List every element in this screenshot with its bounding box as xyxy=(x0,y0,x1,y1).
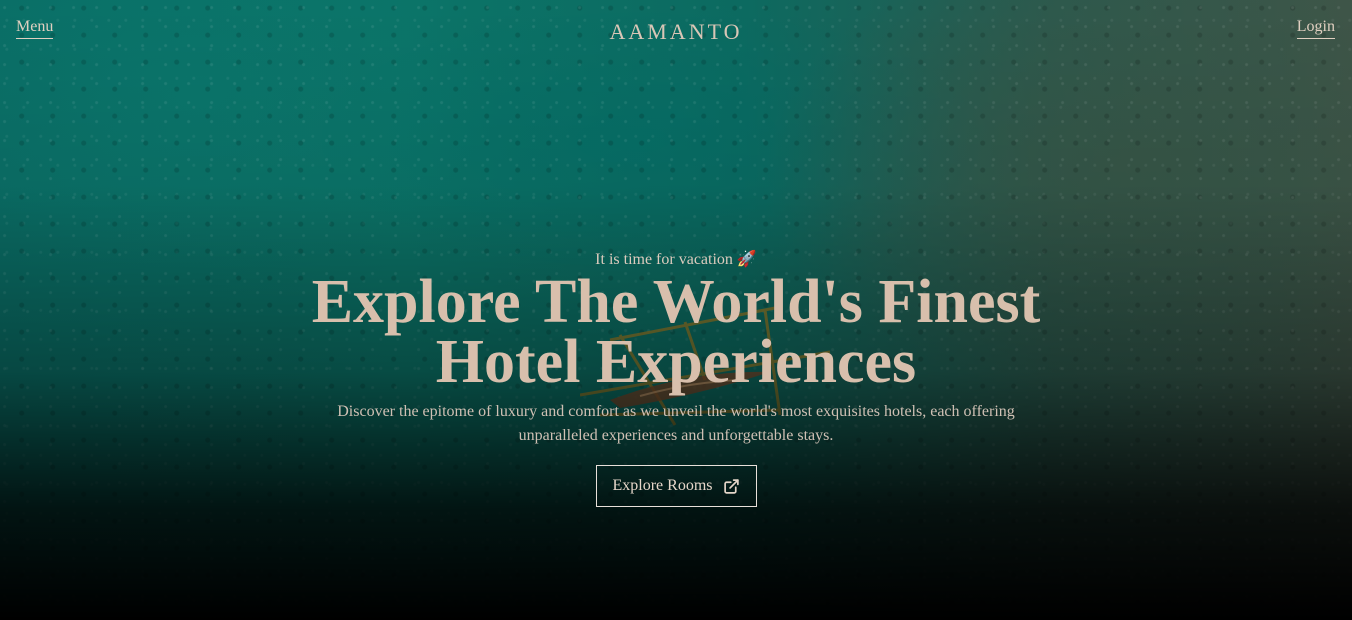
hero-tagline: It is time for vacation 🚀 xyxy=(595,251,757,268)
external-link-icon xyxy=(723,478,739,494)
hero-headline: Explore The World's Finest Hotel Experie… xyxy=(311,268,1041,396)
hero-content: It is time for vacation 🚀 Explore The Wo… xyxy=(0,250,1352,507)
hero-section: Menu AAMANTO Login It is time for vacati… xyxy=(0,0,1352,620)
login-link[interactable]: Login xyxy=(1296,18,1335,39)
explore-rooms-label: Explore Rooms xyxy=(612,477,713,494)
brand-logo[interactable]: AAMANTO xyxy=(0,19,1352,45)
hero-subtitle: Discover the epitome of luxury and comfo… xyxy=(337,403,1015,444)
explore-rooms-button[interactable]: Explore Rooms xyxy=(595,465,757,507)
